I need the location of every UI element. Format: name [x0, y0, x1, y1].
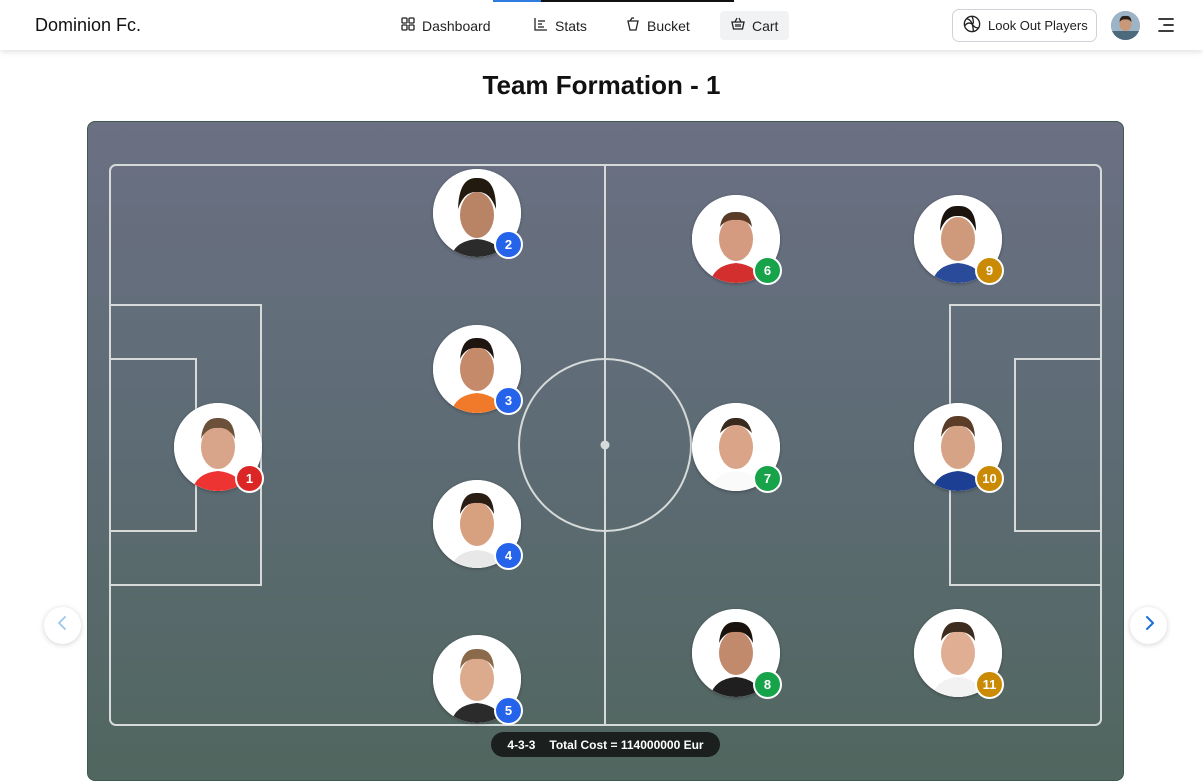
bar-chart-icon	[534, 17, 548, 34]
football-pitch: 1 2 3 4 5 6 7 8 9 10 11	[87, 121, 1124, 781]
page-title: Team Formation - 1	[482, 70, 721, 100]
player-card[interactable]: 4	[433, 480, 523, 570]
player-card[interactable]: 11	[914, 609, 1004, 699]
grid-icon	[401, 17, 415, 34]
look-out-players-button[interactable]: Look Out Players	[952, 9, 1097, 42]
nav-cart[interactable]: Cart	[720, 11, 790, 40]
total-cost-label: Total Cost = 114000000 Eur	[549, 737, 704, 752]
look-out-players-label: Look Out Players	[988, 18, 1088, 33]
player-number-badge: 10	[975, 464, 1004, 493]
player-card[interactable]: 6	[692, 195, 782, 285]
nav-indicator	[493, 0, 541, 2]
volleyball-icon	[963, 15, 981, 36]
brand-title[interactable]: Dominion Fc.	[35, 15, 141, 36]
user-avatar[interactable]	[1111, 11, 1140, 40]
basket-icon	[731, 17, 745, 34]
previous-formation-button[interactable]	[44, 607, 81, 644]
nav-bucket-label: Bucket	[647, 17, 690, 34]
player-card[interactable]: 3	[433, 325, 523, 415]
nav-dashboard[interactable]: Dashboard	[390, 11, 502, 40]
chevron-left-icon	[55, 615, 71, 636]
nav-stats[interactable]: Stats	[523, 11, 598, 40]
player-card[interactable]: 8	[692, 609, 782, 699]
player-card[interactable]: 10	[914, 403, 1004, 493]
player-card[interactable]: 7	[692, 403, 782, 493]
next-formation-button[interactable]	[1130, 607, 1167, 644]
nav-bucket[interactable]: Bucket	[615, 11, 701, 40]
player-number-badge: 1	[235, 464, 264, 493]
player-number-badge: 11	[975, 670, 1004, 699]
formation-summary: 4-3-3 Total Cost = 114000000 Eur	[491, 732, 720, 757]
nav-stats-label: Stats	[555, 17, 587, 34]
bucket-icon	[626, 17, 640, 34]
player-card[interactable]: 2	[433, 169, 523, 259]
nav-cart-label: Cart	[752, 17, 779, 34]
player-number-badge: 7	[753, 464, 782, 493]
nav-dashboard-label: Dashboard	[422, 17, 491, 34]
player-number-badge: 2	[494, 230, 523, 259]
player-number-badge: 4	[494, 541, 523, 570]
player-number-badge: 8	[753, 670, 782, 699]
player-number-badge: 5	[494, 696, 523, 725]
player-number-badge: 9	[975, 256, 1004, 285]
chevron-right-icon	[1141, 615, 1157, 636]
player-card[interactable]: 9	[914, 195, 1004, 285]
player-card[interactable]: 5	[433, 635, 523, 725]
menu-icon[interactable]	[1157, 16, 1175, 34]
player-card[interactable]: 1	[174, 403, 264, 493]
nav-indicator-track	[541, 0, 734, 2]
top-navbar: Dominion Fc. Dashboard Stats Bucket Cart…	[0, 0, 1203, 50]
player-number-badge: 6	[753, 256, 782, 285]
formation-label: 4-3-3	[507, 737, 536, 752]
player-number-badge: 3	[494, 386, 523, 415]
